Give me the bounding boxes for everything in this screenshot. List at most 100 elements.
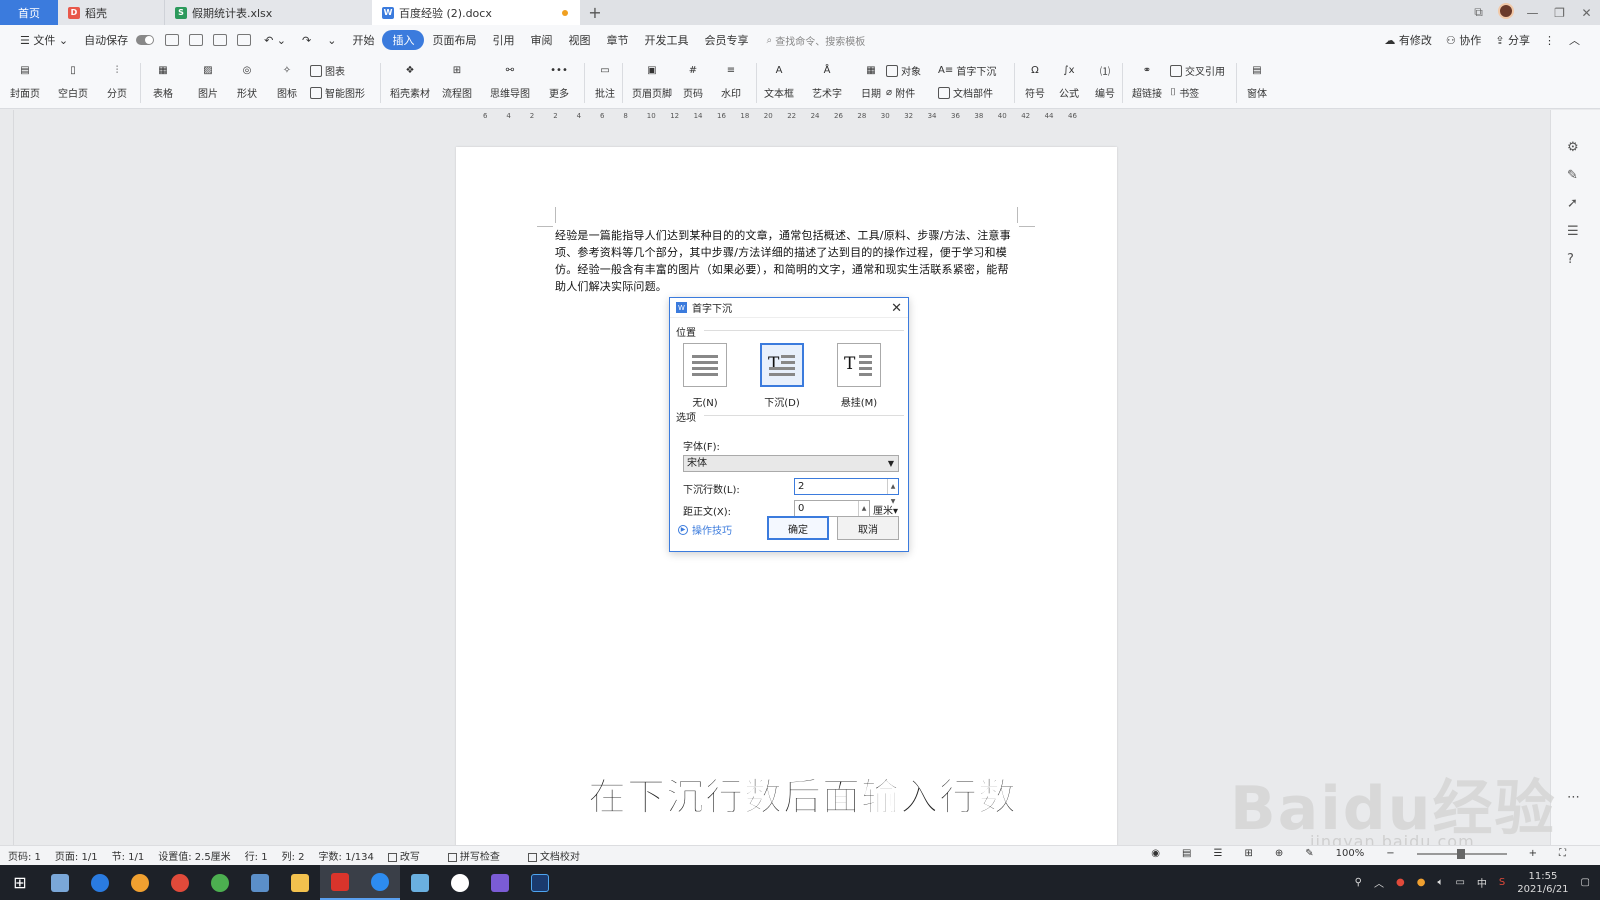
blank-page-button[interactable]: ▯ 空白页 — [58, 59, 88, 101]
print-icon[interactable] — [213, 34, 228, 46]
avatar[interactable] — [1492, 3, 1519, 22]
taskbar-app[interactable] — [240, 865, 280, 900]
daoke-material-button[interactable]: ❖ 稻壳素材 — [390, 59, 430, 101]
tab-document[interactable]: W 百度经验 (2).docx — [372, 0, 580, 25]
taskbar-app[interactable] — [160, 865, 200, 900]
option-none[interactable] — [683, 343, 727, 387]
more-icon[interactable]: ⋮ — [1544, 34, 1555, 47]
document-paragraph[interactable]: 经验是一篇能指导人们达到某种目的的文章，通常包括概述、工具/原料、步骤/方法、注… — [555, 227, 1017, 295]
taskbar-app[interactable] — [400, 865, 440, 900]
command-search[interactable]: ⌕ 查找命令、搜索模板 — [766, 33, 865, 48]
taskbar-app[interactable] — [480, 865, 520, 900]
mindmap-button[interactable]: ⚯ 思维导图 — [490, 59, 530, 101]
revise-toggle[interactable]: 改写 — [387, 848, 434, 863]
help-icon[interactable]: ? — [1567, 252, 1574, 267]
eye-icon[interactable]: ◉ — [1151, 848, 1160, 859]
chevron-up-icon[interactable]: ︿ — [1374, 875, 1384, 890]
watermark-button[interactable]: ≡ 水印 — [720, 59, 742, 101]
spin-up-icon[interactable]: ▲ — [891, 479, 896, 494]
save-icon[interactable] — [165, 34, 180, 46]
volume-icon[interactable]: 🔈︎ — [1437, 877, 1443, 888]
distance-spinner[interactable]: ▲▼ — [858, 501, 869, 527]
cover-page-button[interactable]: ▤ 封面页 — [10, 59, 40, 101]
form-window-button[interactable]: ▤ 窗体 — [1246, 59, 1268, 101]
option-dropped[interactable]: T — [760, 343, 804, 387]
distance-input[interactable]: 0 ▲▼ — [794, 500, 870, 527]
restore-button[interactable]: ❐ — [1546, 6, 1573, 20]
tray-app-icon[interactable]: ● — [1396, 877, 1405, 888]
doc-part-button[interactable]: 文档部件 — [938, 85, 993, 100]
wordart-button[interactable]: Å 艺术字 — [812, 59, 842, 101]
page-number-button[interactable]: # 页码 — [682, 59, 704, 101]
textbox-button[interactable]: A 文本框 — [764, 59, 794, 101]
more-button[interactable]: ••• 更多 — [548, 59, 570, 101]
cursor-icon[interactable]: ➚ — [1567, 196, 1578, 211]
pen-icon[interactable]: ✎ — [1567, 168, 1578, 183]
menu-page-layout[interactable]: 页面布局 — [424, 32, 484, 48]
cross-ref-button[interactable]: 交叉引用 — [1170, 63, 1225, 78]
taskbar-app[interactable] — [280, 865, 320, 900]
menu-references[interactable]: 引用 — [484, 32, 522, 48]
shape-button[interactable]: ◎ 形状 — [236, 59, 258, 101]
menu-developer[interactable]: 开发工具 — [636, 32, 696, 48]
picture-button[interactable]: ▨ 图片 — [197, 59, 219, 101]
sogou-icon[interactable]: S — [1499, 877, 1505, 888]
zoom-in-icon[interactable]: + — [1529, 848, 1537, 859]
drop-cap-button[interactable]: A≡ 首字下沉 — [938, 63, 996, 78]
tab-daoke[interactable]: D 稻壳 — [58, 0, 164, 25]
bookmark-button[interactable]: ⌷ 书签 — [1170, 85, 1199, 100]
zoom-slider-handle[interactable] — [1456, 848, 1465, 859]
outline-view-icon[interactable]: ☰ — [1213, 848, 1222, 859]
zoom-out-icon[interactable]: − — [1386, 848, 1394, 859]
menu-member[interactable]: 会员专享 — [696, 32, 756, 48]
web-view-icon[interactable]: ⊞ — [1244, 848, 1252, 859]
menu-chapter[interactable]: 章节 — [598, 32, 636, 48]
comment-button[interactable]: ▭ 批注 — [594, 59, 616, 101]
menu-review[interactable]: 审阅 — [522, 32, 560, 48]
pen-icon[interactable]: ✎ — [1305, 848, 1313, 859]
quick-access-dropdown-icon[interactable]: ⌄ — [319, 34, 344, 47]
proofread-toggle[interactable]: 文档校对 — [527, 848, 594, 863]
menu-view[interactable]: 视图 — [560, 32, 598, 48]
format-painter-icon[interactable] — [189, 34, 204, 46]
more-dots-icon[interactable]: ⋯ — [1567, 790, 1580, 805]
input-language[interactable]: 中 — [1477, 875, 1487, 890]
table-button[interactable]: ▦ 表格 — [152, 59, 174, 101]
icon-button[interactable]: ✧ 图标 — [276, 59, 298, 101]
globe-icon[interactable]: ⊕ — [1275, 848, 1283, 859]
notification-icon[interactable]: ▢ — [1581, 877, 1590, 888]
people-icon[interactable]: ⚲ — [1355, 877, 1362, 888]
flowchart-button[interactable]: ⊞ 流程图 — [442, 59, 472, 101]
dialog-close-button[interactable]: ✕ — [891, 301, 902, 316]
taskbar-app[interactable] — [80, 865, 120, 900]
tray-app-icon[interactable]: ● — [1417, 877, 1426, 888]
option-margin[interactable]: T — [837, 343, 881, 387]
font-select[interactable]: 宋体 ▼ — [683, 455, 899, 472]
page-view-icon[interactable]: ▤ — [1182, 848, 1191, 859]
object-button[interactable]: 对象 — [886, 63, 921, 78]
taskbar-app[interactable] — [120, 865, 160, 900]
lines-spinner[interactable]: ▲ ▼ — [887, 479, 898, 505]
tips-link[interactable]: ▶ 操作技巧 — [678, 522, 732, 537]
chart-button[interactable]: 图表 — [310, 63, 345, 78]
changes-button[interactable]: ☁ 有修改 — [1384, 32, 1432, 48]
menu-start[interactable]: 开始 — [344, 32, 382, 48]
tab-home[interactable]: 首页 — [0, 0, 58, 25]
spellcheck-toggle[interactable]: 拼写检查 — [447, 848, 514, 863]
spin-up-icon[interactable]: ▲ — [862, 501, 867, 516]
tab-spreadsheet[interactable]: S 假期统计表.xlsx — [164, 0, 372, 25]
ok-button[interactable]: 确定 — [767, 516, 829, 540]
autosave-toggle[interactable] — [136, 35, 155, 45]
style-panel-icon[interactable]: ⚙ — [1567, 140, 1579, 155]
undo-icon[interactable]: ↶ ⌄ — [256, 34, 294, 47]
redo-icon[interactable]: ↷ — [294, 34, 319, 47]
taskbar-app[interactable] — [520, 865, 560, 900]
network-icon[interactable]: ▭ — [1455, 877, 1464, 888]
sliders-icon[interactable]: ☰ — [1567, 224, 1579, 239]
menu-insert[interactable]: 插入 — [382, 30, 425, 50]
hyperlink-button[interactable]: ⚭ 超链接 — [1132, 59, 1162, 101]
taskbar-app[interactable] — [200, 865, 240, 900]
collapse-ribbon-icon[interactable]: ︿ — [1569, 32, 1580, 48]
taskbar-wps[interactable] — [320, 865, 360, 900]
fullscreen-icon[interactable]: ⛶ — [1559, 848, 1566, 859]
